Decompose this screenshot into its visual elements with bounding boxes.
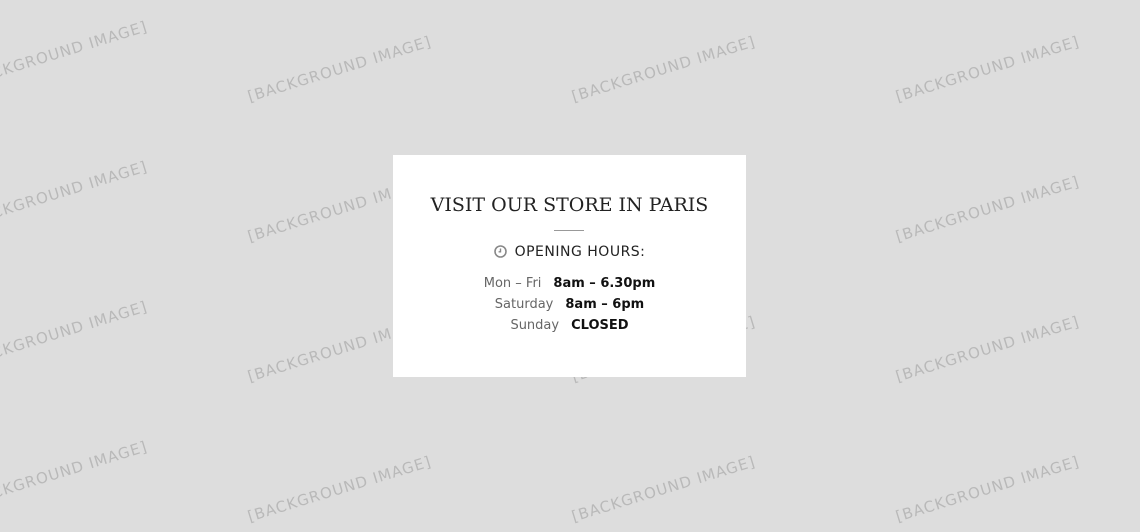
clock-icon bbox=[493, 245, 507, 258]
background-watermark: [BACKGROUND IMAGE] bbox=[0, 297, 150, 371]
hours-row: Mon – Fri 8am – 6.30pm bbox=[393, 273, 746, 294]
background-watermark: [BACKGROUND IMAGE] bbox=[893, 32, 1082, 106]
background-watermark: [BACKGROUND IMAGE] bbox=[245, 32, 434, 106]
background-watermark: [BACKGROUND IMAGE] bbox=[893, 172, 1082, 246]
store-info-card: VISIT OUR STORE IN PARIS OPENING HOURS: … bbox=[393, 155, 746, 377]
background-watermark: [BACKGROUND IMAGE] bbox=[245, 452, 434, 526]
opening-hours-list: Mon – Fri 8am – 6.30pm Saturday 8am – 6pm … bbox=[393, 273, 746, 336]
background-watermark: [BACKGROUND IMAGE] bbox=[0, 17, 150, 91]
hours-row: Saturday 8am – 6pm bbox=[393, 294, 746, 315]
hours-day: Saturday bbox=[494, 297, 554, 312]
hours-row: Sunday CLOSED bbox=[393, 315, 746, 336]
background-watermark: [BACKGROUND IMAGE] bbox=[569, 32, 758, 106]
store-title: VISIT OUR STORE IN PARIS bbox=[430, 194, 709, 216]
hours-time: CLOSED bbox=[571, 318, 629, 333]
hours-time: 8am – 6pm bbox=[565, 297, 645, 312]
background-watermark: [BACKGROUND IMAGE] bbox=[0, 157, 150, 231]
hours-day: Sunday bbox=[510, 318, 560, 333]
opening-hours-heading: OPENING HOURS: bbox=[393, 244, 746, 260]
title-divider bbox=[554, 230, 584, 231]
background-watermark: [BACKGROUND IMAGE] bbox=[569, 452, 758, 526]
background-watermark: [BACKGROUND IMAGE] bbox=[893, 312, 1082, 386]
hours-day: Mon – Fri bbox=[483, 276, 542, 291]
hours-time: 8am – 6.30pm bbox=[553, 276, 656, 291]
background-watermark: [BACKGROUND IMAGE] bbox=[0, 437, 150, 511]
opening-hours-label: OPENING HOURS: bbox=[514, 244, 646, 260]
background-watermark: [BACKGROUND IMAGE] bbox=[893, 452, 1082, 526]
